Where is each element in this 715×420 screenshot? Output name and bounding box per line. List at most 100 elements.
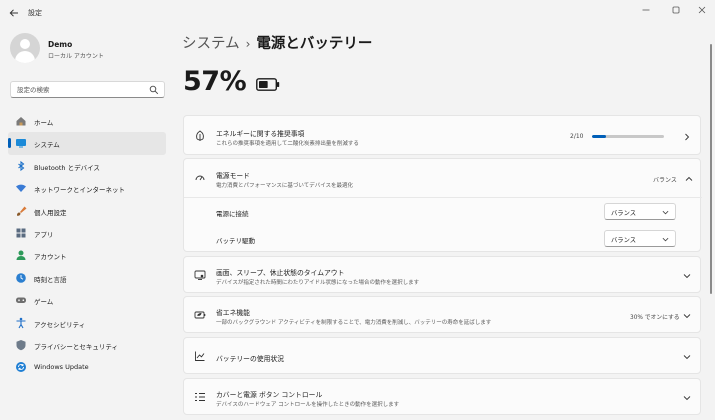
on-battery-value: バランス (611, 237, 637, 244)
accessibility-icon (15, 317, 27, 329)
minimize-icon (642, 9, 650, 11)
chevron-down-icon (682, 311, 691, 320)
sidebar-item-label: ホーム (34, 119, 54, 127)
search-input[interactable] (17, 85, 147, 95)
home-icon (15, 115, 27, 127)
sidebar-item-label: Bluetooth とデバイス (34, 163, 100, 172)
sidebar-item-label: Windows Update (34, 363, 89, 372)
energy-saver-title: 省エネ機能 (216, 309, 250, 317)
shield-icon (15, 339, 27, 351)
minimize-button[interactable] (636, 3, 656, 17)
power-mode-icon (194, 172, 206, 184)
gamepad-icon (15, 294, 27, 306)
sidebar-item-home[interactable]: ホーム (8, 110, 166, 132)
energy-progress-bar (592, 135, 664, 138)
energy-recommendations-card[interactable]: エネルギーに関する推奨事項 これらの推奨事項を適用して二酸化炭素排出量を削減する… (183, 115, 701, 155)
profile-account-type: ローカル アカウント (48, 53, 104, 60)
screen-sleep-card[interactable]: 画面、スリープ、休止状態のタイムアウト デバイスが指定された時間にわたりアイドル… (183, 256, 701, 293)
sidebar-item-label: 時刻と言語 (34, 275, 67, 284)
sidebar-item-label: アクセシビリティ (34, 320, 86, 329)
profile-name: Demo (48, 40, 73, 49)
sidebar-item-label: アプリ (34, 230, 54, 239)
energy-desc: これらの推奨事項を適用して二酸化炭素排出量を削減する (216, 141, 359, 147)
battery-icon (256, 78, 280, 91)
lid-power-buttons-card[interactable]: カバーと電源 ボタン コントロール デバイスのハードウェア コントロールを操作し… (183, 378, 701, 415)
power-mode-desc: 電力消費とパフォーマンスに基づいてデバイスを最適化 (216, 183, 354, 189)
screen-sleep-desc: デバイスが指定された時間にわたりアイドル状態になった場合の動作を選択します (216, 280, 420, 286)
system-icon (15, 137, 27, 149)
update-icon (15, 361, 27, 373)
sidebar-item-bluetooth[interactable]: Bluetooth とデバイス (8, 155, 166, 177)
bluetooth-icon (15, 160, 27, 172)
apps-icon (15, 227, 27, 239)
sidebar-item-label: システム (34, 141, 60, 150)
battery-usage-title: バッテリーの使用状況 (216, 355, 284, 363)
monitor-sleep-icon (194, 269, 206, 281)
sidebar-item-privacy[interactable]: プライバシーとセキュリティ (8, 334, 166, 356)
sidebar-item-gaming[interactable]: ゲーム (8, 289, 166, 311)
sidebar-item-label: 個人用設定 (34, 208, 67, 217)
sidebar-item-personalization[interactable]: 個人用設定 (8, 200, 166, 222)
maximize-button[interactable] (666, 3, 686, 17)
sidebar-item-windows-update[interactable]: Windows Update (8, 356, 166, 378)
chevron-down-icon (682, 271, 691, 280)
lid-power-title: カバーと電源 ボタン コントロール (216, 391, 323, 399)
energy-saver-desc: 一部のバックグラウンド アクティビティを制限することで、電力消費を削減し、バッテ… (216, 320, 492, 326)
sidebar-item-label: プライバシーとセキュリティ (34, 342, 118, 351)
maximize-icon (672, 6, 680, 14)
scrollbar-thumb[interactable] (710, 44, 712, 294)
sidebar-item-system[interactable]: システム (8, 132, 166, 155)
energy-saver-card[interactable]: 省エネ機能 一部のバックグラウンド アクティビティを制限することで、電力消費を削… (183, 296, 701, 333)
breadcrumb-separator: › (245, 37, 251, 51)
close-button[interactable] (692, 3, 712, 17)
leaf-icon (194, 130, 206, 142)
globe-clock-icon (15, 272, 27, 284)
title-bar: 設定 (0, 0, 715, 26)
power-mode-header[interactable]: 電源モード 電力消費とパフォーマンスに基づいてデバイスを最適化 バランス (184, 159, 702, 197)
account-icon (15, 249, 27, 261)
avatar (10, 33, 40, 63)
breadcrumb: システム › 電源とバッテリー (182, 32, 372, 53)
plugged-in-value: バランス (611, 210, 637, 217)
chevron-down-icon (682, 352, 691, 361)
search-icon[interactable] (149, 85, 159, 95)
chevron-up-icon (684, 174, 693, 183)
breadcrumb-root[interactable]: システム (182, 36, 240, 52)
sidebar-item-time-language[interactable]: 時刻と言語 (8, 267, 166, 289)
plugged-in-dropdown[interactable]: バランス (604, 203, 676, 220)
sidebar-item-label: ゲーム (34, 298, 54, 307)
arrow-left-icon (9, 9, 18, 17)
power-mode-card: 電源モード 電力消費とパフォーマンスに基づいてデバイスを最適化 バランス 電源に… (183, 158, 702, 252)
sidebar-item-accessibility[interactable]: アクセシビリティ (8, 312, 166, 334)
energy-saver-value: 30% でオンにする (630, 315, 680, 321)
chevron-down-icon (662, 210, 669, 215)
chevron-right-icon (682, 132, 691, 141)
plugged-in-label: 電源に接続 (216, 210, 249, 218)
chevron-down-icon (682, 393, 691, 402)
screen-sleep-title: 画面、スリープ、休止状態のタイムアウト (216, 269, 345, 277)
sidebar-item-network[interactable]: ネットワークとインターネット (8, 177, 166, 199)
power-mode-value: バランス (653, 177, 677, 184)
sidebar-item-accounts[interactable]: アカウント (8, 244, 166, 266)
close-icon (698, 6, 706, 14)
app-title: 設定 (28, 9, 42, 17)
lid-power-desc: デバイスのハードウェア コントロールを操作したときの動作を選択します (216, 402, 400, 408)
power-mode-title: 電源モード (216, 172, 250, 180)
wifi-icon (15, 182, 27, 194)
chevron-down-icon (662, 237, 669, 242)
battery-usage-card[interactable]: バッテリーの使用状況 (183, 337, 701, 374)
list-controls-icon (194, 391, 206, 403)
battery-percentage: 57% (183, 66, 247, 97)
search-box[interactable] (10, 81, 165, 98)
chart-icon (194, 350, 206, 362)
on-battery-label: バッテリ駆動 (216, 237, 255, 245)
sidebar-nav: ホーム システム Bluetooth とデバイス ネットワークとインターネット … (8, 110, 166, 379)
energy-saver-icon (194, 309, 206, 321)
on-battery-dropdown[interactable]: バランス (604, 230, 676, 247)
back-button[interactable] (5, 4, 23, 22)
sidebar-item-label: アカウント (34, 253, 67, 262)
sidebar-item-label: ネットワークとインターネット (34, 186, 125, 195)
page-title: 電源とバッテリー (256, 36, 373, 52)
sidebar-item-apps[interactable]: アプリ (8, 222, 166, 244)
energy-title: エネルギーに関する推奨事項 (216, 130, 305, 138)
